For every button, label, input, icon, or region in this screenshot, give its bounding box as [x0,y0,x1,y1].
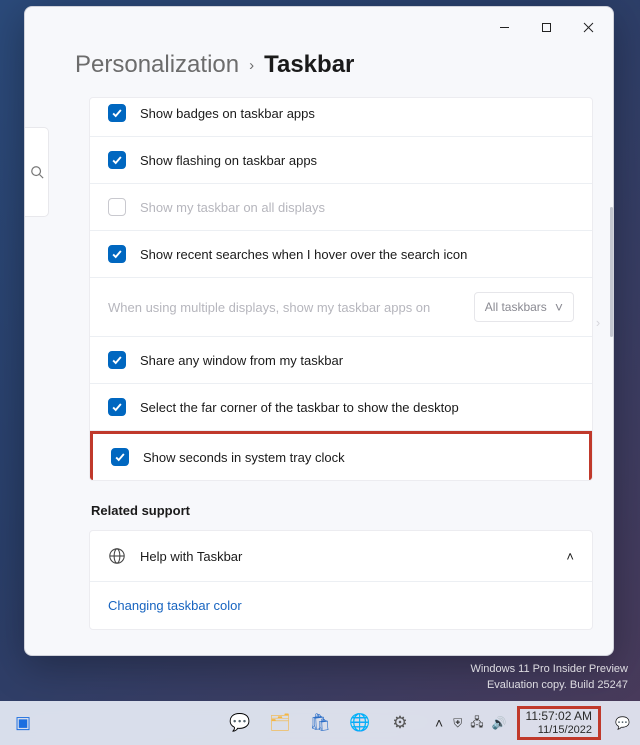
chevron-down-icon: ˅ [555,299,563,315]
checkbox-checked[interactable] [108,245,126,263]
setting-row-multi-display: When using multiple displays, show my ta… [90,278,592,337]
windows-edition-watermark: Windows 11 Pro Insider Preview Evaluatio… [470,662,628,693]
breadcrumb: Personalization › Taskbar [25,47,613,97]
volume-icon: 🔊 [492,716,507,730]
file-explorer-button[interactable]: 🗂 [263,706,297,740]
help-link-changing-color[interactable]: Changing taskbar color [90,582,592,629]
related-support-card: Help with Taskbar ˄ Changing taskbar col… [89,530,593,630]
minimize-button[interactable] [483,11,525,43]
clock-time: 11:57:02 AM [526,710,593,724]
close-button[interactable] [567,11,609,43]
setting-label: When using multiple displays, show my ta… [108,300,430,315]
scrollbar-thumb[interactable] [610,207,613,337]
window-titlebar [25,7,613,47]
settings-button[interactable]: ⚙ [383,706,417,740]
build-line: Evaluation copy. Build 25247 [470,678,628,693]
setting-label: Share any window from my taskbar [140,353,343,368]
search-icon [30,165,44,179]
setting-row-far-corner[interactable]: Select the far corner of the taskbar to … [90,384,592,431]
checkbox-checked[interactable] [108,398,126,416]
taskbar-center: 💬 🗂 🛍 🌐 ⚙ [223,706,417,740]
widgets-button[interactable]: ▣ [6,706,40,740]
network-icon: 🖧 [470,713,483,734]
dropdown-all-taskbars: All taskbars ˅ [474,292,574,322]
checkbox-unchecked [108,198,126,216]
settings-window: Personalization › Taskbar Show badges on… [24,6,614,656]
help-with-taskbar[interactable]: Help with Taskbar ˄ [90,531,592,582]
globe-icon [108,547,126,565]
setting-label: Select the far corner of the taskbar to … [140,400,459,415]
tray-status-icons[interactable]: ⛨ 🖧 🔊 [453,713,506,734]
setting-row-show-seconds[interactable]: Show seconds in system tray clock [90,431,592,480]
taskbar-behaviors-list: Show badges on taskbar apps Show flashin… [89,97,593,481]
checkbox-checked[interactable] [108,351,126,369]
setting-row-show-flashing[interactable]: Show flashing on taskbar apps [90,137,592,184]
setting-label: Show my taskbar on all displays [140,200,325,215]
checkbox-checked[interactable] [108,151,126,169]
help-label: Help with Taskbar [140,549,242,564]
maximize-button[interactable] [525,11,567,43]
clock-date: 11/15/2022 [526,724,593,737]
checkbox-checked[interactable] [108,104,126,122]
setting-row-recent-searches[interactable]: Show recent searches when I hover over t… [90,231,592,278]
setting-label: Show recent searches when I hover over t… [140,247,467,262]
setting-row-share-window[interactable]: Share any window from my taskbar [90,337,592,384]
checkbox-checked[interactable] [111,448,129,466]
microsoft-store-button[interactable]: 🛍 [303,706,337,740]
chevron-right-icon: › [249,57,254,74]
page-title: Taskbar [264,51,354,79]
chat-button[interactable]: 💬 [223,706,257,740]
search-collapsed[interactable] [25,127,49,217]
taskbar-left-widgets: ▣ [6,706,40,740]
setting-label: Show badges on taskbar apps [140,106,315,121]
help-link-label: Changing taskbar color [108,598,242,613]
system-clock[interactable]: 11:57:02 AM 11/15/2022 [517,706,602,740]
related-support-heading: Related support [91,503,593,518]
taskbar: ▣ 💬 🗂 🛍 🌐 ⚙ ˄ ⛨ 🖧 🔊 11:57:02 AM 11/15/20… [0,701,640,745]
edition-line: Windows 11 Pro Insider Preview [470,662,628,677]
setting-label: Show seconds in system tray clock [143,450,345,465]
edge-button[interactable]: 🌐 [343,706,377,740]
security-icon: ⛨ [453,716,462,731]
breadcrumb-parent[interactable]: Personalization [75,51,239,79]
chevron-right-icon: › [589,287,607,357]
setting-label: Show flashing on taskbar apps [140,153,317,168]
settings-content: Show badges on taskbar apps Show flashin… [25,97,613,655]
notification-center-icon[interactable]: 💬 [611,716,634,730]
system-tray: ˄ ⛨ 🖧 🔊 11:57:02 AM 11/15/2022 💬 [435,706,634,740]
setting-row-all-displays: Show my taskbar on all displays [90,184,592,231]
setting-row-show-badges[interactable]: Show badges on taskbar apps [90,98,592,137]
chevron-up-icon: ˄ [566,549,574,564]
tray-overflow-icon[interactable]: ˄ [435,715,443,731]
dropdown-value: All taskbars [485,300,547,314]
